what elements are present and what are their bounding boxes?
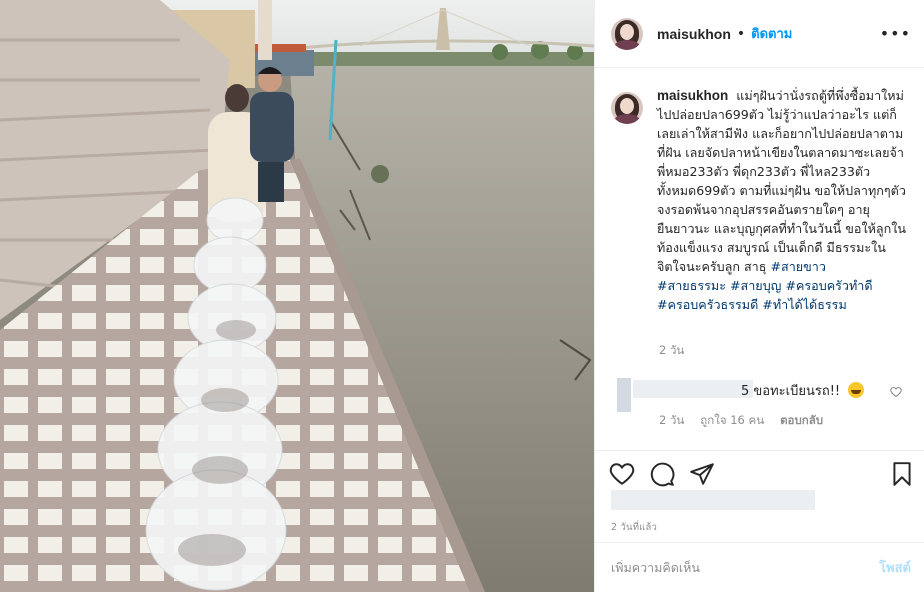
- avatar[interactable]: [611, 17, 643, 50]
- caption-body: maisukhon แม่ๆฝันว่านั่งรถตู้ที่พึ่งซื้อ…: [657, 86, 907, 314]
- post-header: maisukhon • ติดตาม •••: [595, 0, 924, 68]
- comment-input[interactable]: [611, 560, 880, 575]
- post-photo[interactable]: [0, 0, 594, 592]
- comment-text: 5 ขอทะเบียนรถ!!: [741, 380, 865, 401]
- comment-time: 2 วัน: [659, 413, 685, 427]
- caption: maisukhon แม่ๆฝันว่านั่งรถตู้ที่พึ่งซื้อ…: [611, 86, 911, 314]
- comment-body: 5 ขอทะเบียนรถ!!: [741, 384, 841, 399]
- caption-text: แม่ๆฝันว่านั่งรถตู้ที่พึ่งซื้อมาใหม่ไปปล…: [657, 88, 906, 274]
- hashtag[interactable]: #ครอบครัวทำดี: [785, 278, 872, 293]
- comment-row: 5 ขอทะเบียนรถ!!: [611, 378, 911, 412]
- post-comment-button[interactable]: โพสต์: [879, 557, 911, 578]
- post-time[interactable]: 2 วันที่แล้ว: [611, 520, 657, 535]
- hashtag[interactable]: #ครอบครัวธรรมดี: [657, 297, 758, 312]
- hashtag[interactable]: #สายบุญ: [730, 278, 781, 293]
- blurred-likes: [611, 490, 815, 510]
- paper-plane-icon[interactable]: [689, 461, 715, 487]
- caption-time[interactable]: 2 วัน: [659, 342, 684, 360]
- grinning-face-icon: [848, 382, 865, 398]
- speech-bubble-icon[interactable]: [649, 461, 675, 487]
- comment-meta: 2 วัน ถูกใจ 16 คน ตอบกลับ: [659, 412, 823, 430]
- post-side-panel: maisukhon • ติดตาม ••• maisukhon แม่ๆฝัน…: [594, 0, 924, 592]
- header-separator: •: [736, 25, 746, 42]
- instagram-post: maisukhon • ติดตาม ••• maisukhon แม่ๆฝัน…: [0, 0, 924, 592]
- caption-avatar[interactable]: [611, 92, 643, 124]
- follow-button[interactable]: ติดตาม: [751, 23, 792, 44]
- heart-outline-icon[interactable]: [609, 461, 635, 487]
- header-username[interactable]: maisukhon: [657, 26, 731, 42]
- comment-likes[interactable]: ถูกใจ 16 คน: [700, 412, 764, 430]
- comment-like-icon[interactable]: [890, 386, 902, 398]
- blurred-avatar: [617, 378, 631, 412]
- hashtag[interactable]: #สายขาว: [770, 259, 825, 274]
- reply-button[interactable]: ตอบกลับ: [780, 412, 823, 430]
- hashtag[interactable]: #สายธรรมะ: [657, 278, 726, 293]
- add-comment-bar: โพสต์: [595, 542, 924, 592]
- bookmark-icon[interactable]: [889, 461, 915, 487]
- blurred-username: [633, 380, 753, 398]
- more-options-icon[interactable]: •••: [880, 24, 911, 43]
- hashtag[interactable]: #ทำได้ได้ธรรม: [762, 297, 846, 312]
- photo-illustration: [0, 0, 594, 592]
- caption-username[interactable]: maisukhon: [657, 88, 728, 103]
